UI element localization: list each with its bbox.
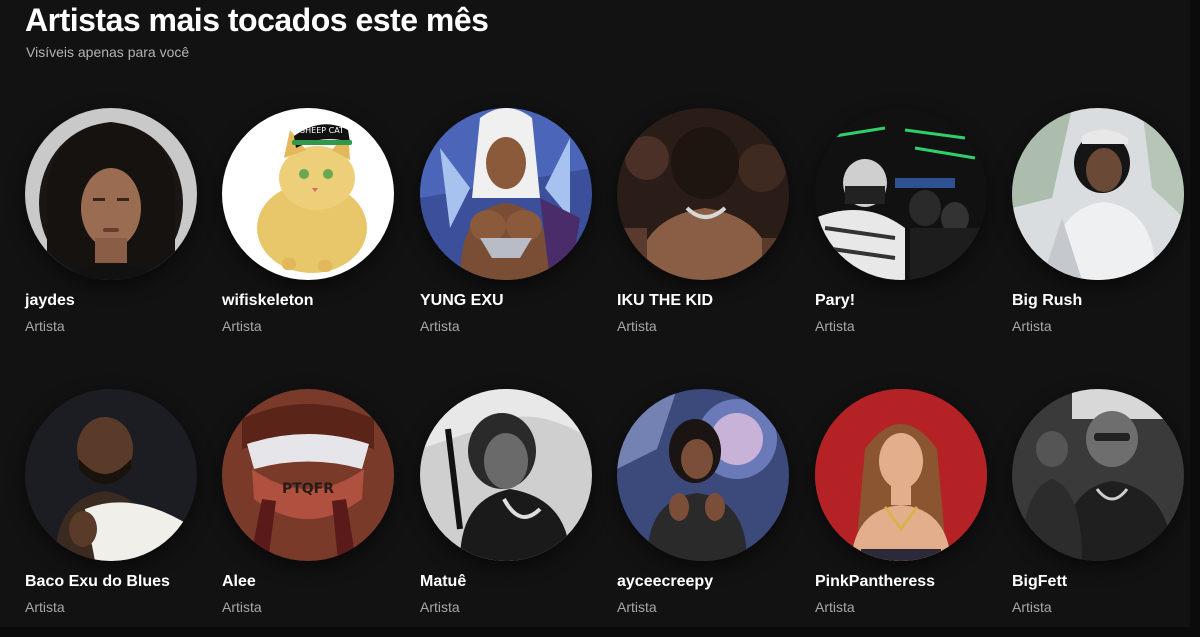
artist-card-alee[interactable]: PTQFR Alee Artista bbox=[222, 389, 394, 615]
artist-name[interactable]: Pary! bbox=[815, 292, 855, 310]
artist-type: Artista bbox=[815, 599, 855, 615]
artist-avatar[interactable] bbox=[617, 389, 789, 561]
artist-type: Artista bbox=[1012, 599, 1052, 615]
artist-card-wifiskeleton[interactable]: SHEEP CAT wifiskeleton Artista bbox=[222, 108, 394, 334]
artist-name[interactable]: PinkPantheress bbox=[815, 573, 935, 591]
scrollbar-thumb[interactable] bbox=[1192, 4, 1200, 142]
artist-avatar[interactable] bbox=[25, 389, 197, 561]
artist-avatar[interactable] bbox=[815, 389, 987, 561]
artist-name[interactable]: BigFett bbox=[1012, 573, 1067, 591]
artist-type: Artista bbox=[617, 599, 657, 615]
artist-type: Artista bbox=[420, 599, 460, 615]
artist-card-baco-exu-do-blues[interactable]: Baco Exu do Blues Artista bbox=[25, 389, 197, 615]
artist-type: Artista bbox=[222, 318, 262, 334]
artist-card-pinkpantheress[interactable]: PinkPantheress Artista bbox=[815, 389, 987, 615]
grill-text: PTQFR bbox=[282, 481, 334, 497]
artist-type: Artista bbox=[1012, 318, 1052, 334]
artist-name[interactable]: IKU THE KID bbox=[617, 292, 713, 310]
artist-avatar[interactable] bbox=[420, 108, 592, 280]
artist-card-big-rush[interactable]: Big Rush Artista bbox=[1012, 108, 1184, 334]
artist-avatar[interactable]: SHEEP CAT bbox=[222, 108, 394, 280]
artist-name[interactable]: Baco Exu do Blues bbox=[25, 573, 170, 591]
artist-type: Artista bbox=[815, 318, 855, 334]
artist-avatar[interactable] bbox=[1012, 108, 1184, 280]
artist-avatar[interactable]: PTQFR bbox=[222, 389, 394, 561]
artist-avatar[interactable] bbox=[420, 389, 592, 561]
artist-type: Artista bbox=[25, 599, 65, 615]
section-subtitle: Visíveis apenas para você bbox=[26, 44, 190, 60]
artist-card-pary[interactable]: Pary! Artista bbox=[815, 108, 987, 334]
cat-hat-text: SHEEP CAT bbox=[300, 126, 344, 135]
artist-type: Artista bbox=[420, 318, 460, 334]
artist-card-iku-the-kid[interactable]: IKU THE KID Artista bbox=[617, 108, 789, 334]
artist-name[interactable]: Matuê bbox=[420, 573, 466, 591]
top-artists-section: Artistas mais tocados este mês Visíveis … bbox=[0, 0, 1200, 637]
artist-name[interactable]: ayceecreepy bbox=[617, 573, 713, 591]
artist-type: Artista bbox=[222, 599, 262, 615]
artist-type: Artista bbox=[617, 318, 657, 334]
artist-card-yung-exu[interactable]: YUNG EXU Artista bbox=[420, 108, 592, 334]
artist-avatar[interactable] bbox=[1012, 389, 1184, 561]
artist-card-matue[interactable]: Matuê Artista bbox=[420, 389, 592, 615]
artist-card-bigfett[interactable]: BigFett Artista bbox=[1012, 389, 1184, 615]
artist-name[interactable]: jaydes bbox=[25, 292, 75, 310]
artist-avatar[interactable] bbox=[617, 108, 789, 280]
artist-type: Artista bbox=[25, 318, 65, 334]
artist-name[interactable]: Alee bbox=[222, 573, 256, 591]
section-title[interactable]: Artistas mais tocados este mês bbox=[25, 2, 489, 39]
artist-name[interactable]: wifiskeleton bbox=[222, 292, 314, 310]
artist-card-ayceecreepy[interactable]: ayceecreepy Artista bbox=[617, 389, 789, 615]
artist-name[interactable]: Big Rush bbox=[1012, 292, 1082, 310]
artist-avatar[interactable] bbox=[25, 108, 197, 280]
artist-name[interactable]: YUNG EXU bbox=[420, 292, 504, 310]
artist-card-jaydes[interactable]: jaydes Artista bbox=[25, 108, 197, 334]
artist-avatar[interactable] bbox=[815, 108, 987, 280]
